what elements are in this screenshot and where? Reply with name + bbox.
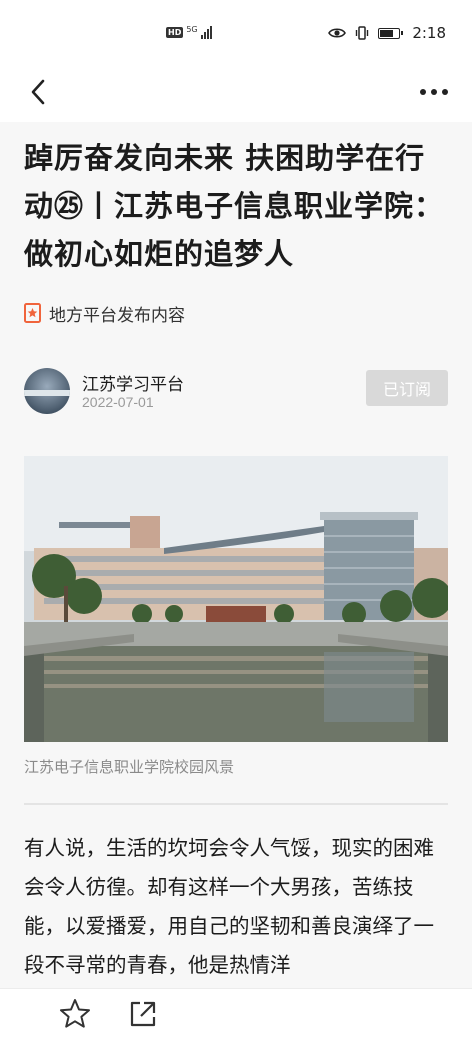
hd-badge: HD (166, 27, 184, 38)
network-indicators: HD 5G (166, 26, 212, 39)
star-icon (60, 999, 90, 1028)
battery-icon (378, 27, 404, 39)
back-button[interactable] (18, 72, 58, 112)
clock: 2:18 (412, 24, 446, 42)
top-nav (0, 62, 472, 122)
author-name[interactable]: 江苏学习平台 (82, 370, 184, 395)
chevron-left-icon (31, 79, 45, 105)
favorite-button[interactable] (58, 997, 92, 1031)
vibrate-icon (356, 26, 369, 40)
article-body: 有人说，生活的坎坷会令人气馁，现实的困难会令人彷徨。却有这样一个大男孩，苦练技能… (24, 836, 434, 977)
local-platform-badge-icon (24, 303, 41, 323)
more-horizontal-icon (420, 89, 448, 95)
article-content: 踔厉奋发向未来 扶困助学在行动㉕丨江苏电子信息职业学院：做初心如炬的追梦人 地方… (0, 122, 472, 988)
source-line: 地方平台发布内容 (24, 300, 448, 326)
subscribed-button[interactable]: 已订阅 (366, 370, 448, 406)
source-label: 地方平台发布内容 (49, 305, 185, 326)
campus-illustration (24, 456, 448, 742)
bottom-action-bar (0, 988, 472, 1039)
publish-date: 2022-07-01 (82, 394, 154, 410)
author-row: 江苏学习平台 2022-07-01 已订阅 (24, 368, 448, 418)
signal-icon (200, 26, 212, 39)
avatar[interactable] (24, 368, 70, 414)
article-screen: HD 5G 2:18 踔厉奋发向未来 扶困助学在行动㉕丨江苏电子信息职业学院：做… (0, 0, 472, 1039)
network-type: 5G (186, 25, 198, 34)
share-icon (130, 1001, 156, 1027)
system-indicators: 2:18 (328, 24, 446, 42)
image-caption: 江苏电子信息职业学院校园风景 (24, 758, 235, 776)
status-bar: HD 5G 2:18 (0, 0, 472, 62)
share-button[interactable] (126, 997, 160, 1031)
eye-icon (328, 28, 347, 38)
more-button[interactable] (414, 72, 454, 112)
campus-photo[interactable] (24, 456, 448, 742)
divider (24, 803, 448, 805)
article-title: 踔厉奋发向未来 扶困助学在行动㉕丨江苏电子信息职业学院：做初心如炬的追梦人 (24, 141, 445, 271)
